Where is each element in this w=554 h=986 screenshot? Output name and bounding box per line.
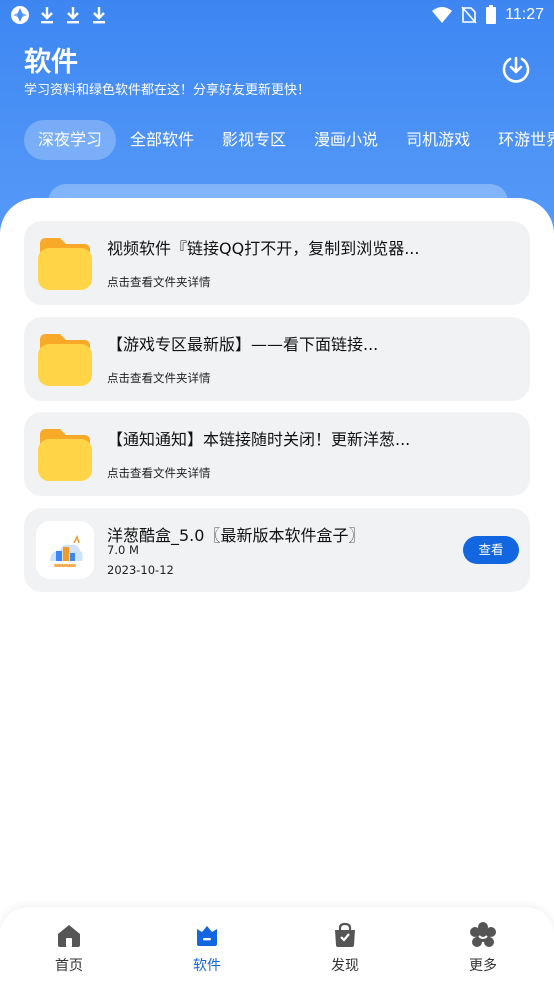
app-title: 洋葱酷盒_5.0〖最新版本软件盒子〗 [107, 526, 365, 545]
discover-bag-icon [335, 922, 355, 947]
tab-driver-games[interactable]: 司机游戏 [392, 120, 484, 160]
software-icon [197, 926, 217, 946]
page-title: 软件 [24, 47, 78, 78]
tab-late-night-study[interactable]: 深夜学习 [24, 120, 117, 160]
home-icon [58, 925, 80, 947]
folder-card[interactable]: 【通知通知】本链接随时关闭！更新洋葱... 点击查看文件夹详情 [24, 412, 530, 496]
download-icon [93, 7, 105, 24]
folder-title: 【通知通知】本链接随时关闭！更新洋葱... [107, 430, 411, 449]
download-circle-icon [502, 56, 530, 83]
tab-film-zone[interactable]: 影视专区 [208, 120, 300, 160]
tab-comics-novels[interactable]: 漫画小说 [300, 120, 392, 160]
folder-subtitle: 点击查看文件夹详情 [107, 275, 211, 289]
wifi-icon [432, 7, 453, 23]
app-date: 2023-10-12 [107, 563, 174, 577]
more-flower-icon [470, 922, 496, 947]
nav-home-label: 首页 [55, 958, 83, 974]
nav-discover[interactable]: 发现 [276, 907, 414, 986]
nav-more[interactable]: 更多 [414, 907, 552, 986]
battery-icon [486, 5, 497, 24]
folder-subtitle: 点击查看文件夹详情 [107, 466, 211, 480]
folder-icon [38, 334, 92, 386]
view-button[interactable]: 查看 [463, 536, 519, 564]
folder-icon [38, 238, 92, 290]
folder-icon [38, 429, 92, 481]
folder-title: 视频软件『链接QQ打不开，复制到浏览器... [107, 239, 420, 258]
status-bar: 11:27 [0, 0, 554, 30]
folder-subtitle: 点击查看文件夹详情 [107, 371, 211, 385]
app-card[interactable]: 洋葱酷盒_5.0〖最新版本软件盒子〗 7.0 M 2023-10-12 查看 [24, 508, 530, 592]
bottom-nav: 首页 软件 发现 更多 [0, 907, 554, 986]
status-right: 11:27 [431, 5, 544, 25]
app-screen: 11:27 软件 学习资料和绿色软件都在这！分享好友更新更快！ 深夜学习 全部软… [0, 0, 554, 986]
folder-card[interactable]: 【游戏专区最新版】——看下面链接... 点击查看文件夹详情 [24, 317, 530, 401]
tab-all-software[interactable]: 全部软件 [116, 120, 208, 160]
nav-software[interactable]: 软件 [138, 907, 276, 986]
onion-box-app-icon [36, 521, 94, 579]
app-icon [11, 6, 29, 24]
nav-discover-label: 发现 [331, 958, 359, 974]
nav-home[interactable]: 首页 [0, 907, 138, 986]
status-left [10, 5, 108, 25]
nav-software-label: 软件 [193, 958, 221, 974]
category-tabs: 深夜学习 全部软件 影视专区 漫画小说 司机游戏 环游世界 [24, 120, 554, 160]
nav-more-label: 更多 [469, 958, 497, 974]
download-button[interactable] [499, 51, 533, 85]
download-icon [67, 7, 79, 24]
folder-title: 【游戏专区最新版】——看下面链接... [107, 335, 379, 354]
tab-world-travel[interactable]: 环游世界 [484, 120, 554, 160]
no-sim-icon [461, 6, 477, 24]
status-time: 11:27 [505, 6, 544, 23]
page-subtitle: 学习资料和绿色软件都在这！分享好友更新更快！ [24, 83, 311, 98]
app-size: 7.0 M [107, 543, 139, 557]
folder-card[interactable]: 视频软件『链接QQ打不开，复制到浏览器... 点击查看文件夹详情 [24, 221, 530, 305]
download-icon [41, 7, 53, 24]
